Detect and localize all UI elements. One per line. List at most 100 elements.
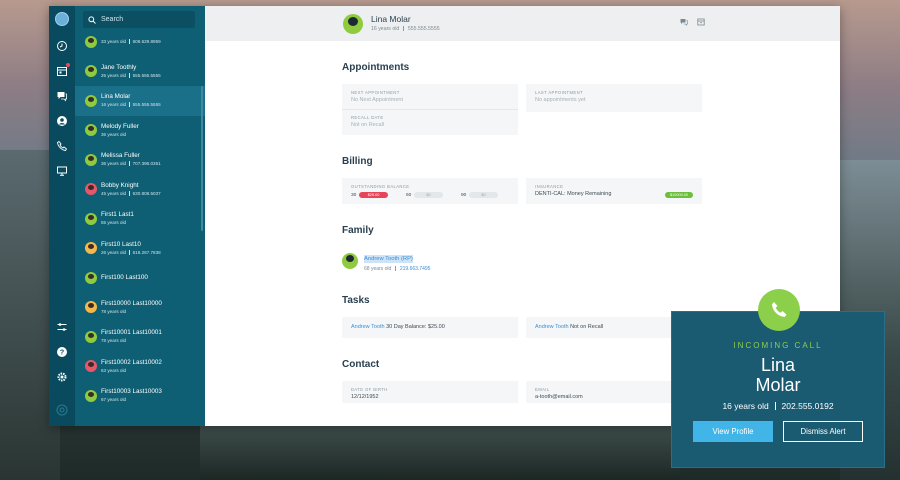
aging-90-label: 90: [461, 192, 467, 198]
contact-age: 36 years old: [101, 161, 127, 167]
divider: [129, 249, 130, 255]
search-input[interactable]: Search: [101, 16, 123, 23]
billing-row: OUTSTANDING BALANCE 30 $25.00 60 $0 90 $…: [342, 178, 702, 204]
list-scrollbar[interactable]: [201, 86, 203, 231]
contact-row: DATE OF BIRTH 12/12/1952 EMAIL a-tooth@e…: [342, 381, 702, 403]
contact-list-item[interactable]: First10002 Last10002 63 years old: [75, 352, 205, 382]
dob-label: DATE OF BIRTH: [351, 387, 388, 392]
contact-name: First10 Last10: [101, 240, 141, 248]
contact-avatar: [85, 360, 97, 373]
divider: [129, 102, 130, 108]
logo-icon: [56, 404, 68, 416]
nav-monitor[interactable]: [54, 163, 70, 179]
contact-name: Jane Toothly: [101, 63, 137, 71]
family-member-name[interactable]: Andrew Tooth (RP): [364, 255, 413, 263]
contact-list-item[interactable]: Lina Molar 16 years old 555.555.5555: [75, 86, 205, 116]
view-profile-button[interactable]: View Profile: [693, 421, 773, 442]
contact-list-item[interactable]: First10001 Last10001 78 years old: [75, 322, 205, 352]
divider: [129, 72, 130, 78]
dismiss-alert-button[interactable]: Dismiss Alert: [783, 421, 863, 442]
family-member-phone[interactable]: 219.663.7495: [400, 266, 431, 272]
contact-age: 78 years old: [101, 308, 127, 314]
contact-list-item[interactable]: First10000 Last10000 78 years old: [75, 293, 205, 323]
phone-icon: [772, 302, 787, 317]
aging-60-label: 60: [406, 192, 412, 198]
dob-value: 12/12/1952: [351, 394, 379, 400]
contact-text: First10001 Last10001 78 years old: [101, 329, 162, 344]
contact-avatar: [85, 94, 97, 107]
contact-subtitle: 36 years old 707.396.0351: [101, 160, 161, 167]
divider: [129, 161, 130, 167]
nav-calls[interactable]: [54, 138, 70, 154]
contact-list-item[interactable]: First10003 Last10003 67 years old: [75, 381, 205, 411]
aging-90-value: $0: [469, 192, 498, 198]
contact-phone: 555.555.5555: [132, 72, 161, 78]
contact-list-item[interactable]: First1 Last1 55 years old: [75, 204, 205, 234]
contact-subtitle: 33 years old 608.629.8959: [101, 38, 161, 45]
balance-aging: 30 $25.00 60 $0 90 $0: [351, 192, 509, 198]
user-avatar[interactable]: [55, 12, 69, 26]
search-box[interactable]: Search: [83, 11, 195, 28]
chat-icon: [57, 92, 67, 102]
contact-list-item[interactable]: Melody Fuller 36 years old: [75, 116, 205, 146]
nav-dashboard[interactable]: [54, 38, 70, 54]
nav-help[interactable]: ?: [54, 344, 70, 360]
sliders-icon: [57, 323, 67, 331]
task-patient-link[interactable]: Andrew Tooth: [535, 324, 569, 330]
nav-calendar[interactable]: [54, 63, 70, 79]
nav-settings[interactable]: [54, 369, 70, 385]
chat-icon[interactable]: [680, 18, 688, 26]
contact-avatar: [85, 124, 97, 137]
contact-age: 16 years old: [101, 102, 127, 108]
contact-list-item[interactable]: First100 Last100: [75, 263, 205, 293]
caller-first-name: Lina: [760, 355, 796, 375]
contact-name: First1 Last1: [101, 211, 134, 219]
contact-avatar: [85, 153, 97, 166]
contact-text: Melody Fuller 36 years old: [101, 123, 139, 138]
divider: [774, 402, 776, 410]
contact-age: 25 years old: [101, 72, 127, 78]
next-appointment-value: No Next Appointment: [351, 97, 403, 103]
appointments-row: NEXT APPOINTMENT No Next Appointment REC…: [342, 84, 702, 135]
contact-avatar: [85, 212, 97, 225]
nav-rail: ?: [49, 6, 75, 426]
contact-subtitle: 67 years old: [101, 396, 162, 403]
family-member[interactable]: Andrew Tooth (RP) 68 years old 219.663.74…: [342, 247, 702, 274]
background-mountain-bottom: [200, 425, 680, 480]
contact-text: Bobby Knight 45 years old 630.808.5037: [101, 182, 161, 197]
family-avatar: [342, 252, 358, 269]
aging-30-value: $25.00: [359, 192, 388, 198]
divider: [395, 266, 396, 271]
nav-filters[interactable]: [54, 319, 70, 335]
contact-name: Melissa Fuller: [101, 152, 140, 160]
insurance-amount: $10000.00: [665, 191, 693, 198]
divider: [129, 190, 130, 196]
call-phone-badge: [758, 289, 800, 331]
patient-phone: 555.555.5555: [407, 26, 440, 32]
contact-title: Contact: [342, 359, 380, 370]
contact-list: 33 years old 608.629.8959 Jane Toothly 25 y…: [75, 27, 205, 411]
contact-phone: 618.267.7838: [132, 249, 161, 255]
nav-messages[interactable]: [54, 88, 70, 104]
contact-avatar: [85, 35, 97, 48]
nav-patients[interactable]: [54, 113, 70, 129]
archive-icon[interactable]: [697, 18, 705, 26]
call-actions: View Profile Dismiss Alert: [672, 421, 884, 442]
contact-list-item[interactable]: Jane Toothly 25 years old 555.555.5555: [75, 57, 205, 87]
task-card[interactable]: Andrew Tooth 30 Day Balance: $25.00: [342, 317, 518, 338]
email-label: EMAIL: [535, 387, 550, 392]
contact-text: 33 years old 608.629.8959: [101, 38, 161, 45]
incoming-call-alert: INCOMING CALL Lina Molar 16 years old 202…: [671, 289, 885, 468]
insurance-card: INSURANCE DENTI-CAL: Money Remaining $10…: [526, 178, 702, 204]
task-text: Andrew Tooth 30 Day Balance: $25.00: [351, 323, 509, 332]
contact-list-item[interactable]: Melissa Fuller 36 years old 707.396.0351: [75, 145, 205, 175]
contact-subtitle: 26 years old 618.267.7838: [101, 249, 161, 256]
person-icon: [57, 116, 67, 126]
next-appointment-card: NEXT APPOINTMENT No Next Appointment REC…: [342, 84, 518, 135]
contact-list-item[interactable]: 33 years old 608.629.8959: [75, 27, 205, 57]
contact-list-item[interactable]: First10 Last10 26 years old 618.267.7838: [75, 234, 205, 264]
contact-text: First1 Last1 55 years old: [101, 211, 134, 226]
task-patient-link[interactable]: Andrew Tooth: [351, 324, 385, 330]
contact-list-item[interactable]: Bobby Knight 45 years old 630.808.5037: [75, 175, 205, 205]
contact-name: First10002 Last10002: [101, 358, 162, 366]
